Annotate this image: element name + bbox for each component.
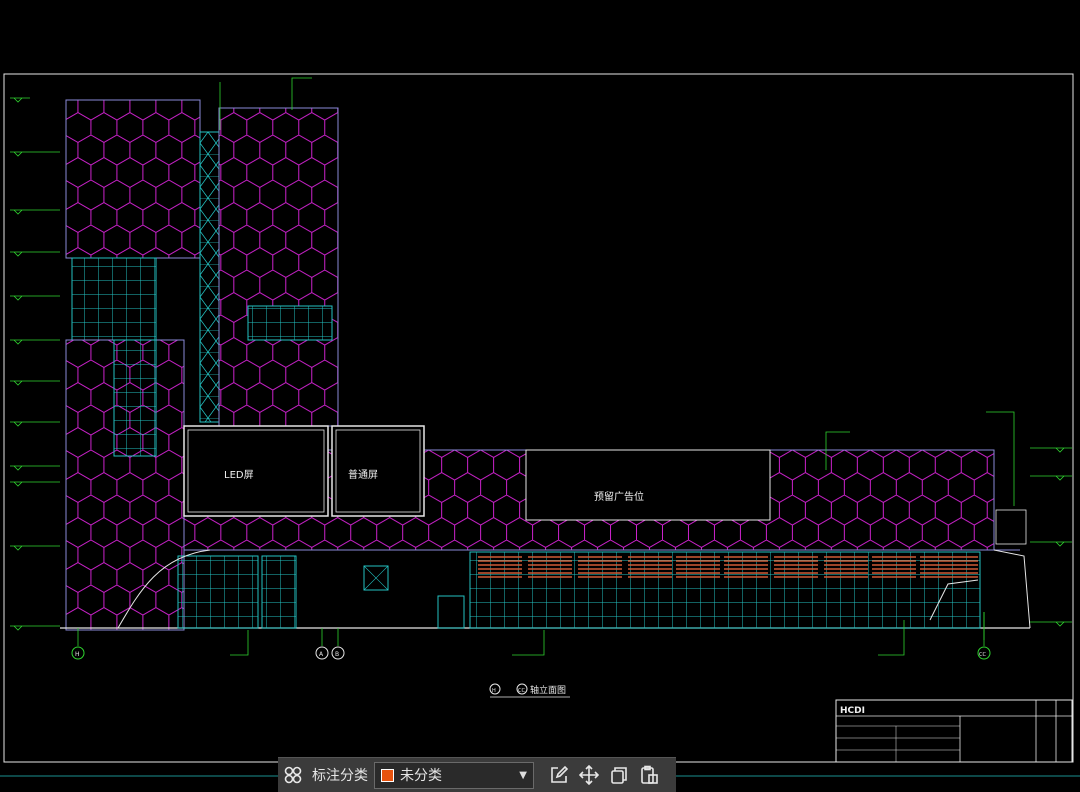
level-marks-right: [1030, 447, 1072, 627]
move-icon[interactable]: [574, 760, 604, 790]
svg-text:H: H: [75, 651, 80, 658]
category-color-swatch: [381, 768, 394, 782]
normal-screen-label: 普通屏: [348, 468, 378, 481]
billboard-panel: [525, 449, 771, 521]
led-screen-panel: [183, 425, 329, 517]
entrance-glazing: [177, 555, 259, 629]
axis-bubble-h: H: [71, 628, 85, 660]
tower-left-curtain-wall: [71, 257, 157, 341]
billboard-label: 预留广告位: [594, 490, 644, 503]
edit-icon[interactable]: [544, 760, 574, 790]
svg-text:H: H: [492, 688, 496, 694]
annotation-category-label: 标注分类: [312, 768, 368, 784]
tower-left-glass-strip: [113, 339, 157, 457]
svg-text:CC: CC: [979, 652, 986, 658]
svg-text:CC: CC: [518, 688, 525, 694]
title-block: HCDI: [835, 699, 1073, 763]
axis-bubble-a: A B: [315, 628, 345, 660]
chevron-down-icon: ▼: [519, 769, 527, 781]
svg-text:A: A: [319, 651, 324, 658]
copy-icon[interactable]: [604, 760, 634, 790]
cad-drawing-canvas[interactable]: LED屏 普通屏 预留广告位 H A B CC H CC 轴立面图 HCDI: [0, 0, 1080, 792]
logo-text: HCDI: [840, 706, 865, 716]
annotation-toolbar: 标注分类 未分类 ▼: [278, 757, 676, 792]
view-title: H CC 轴立面图: [489, 683, 570, 698]
led-screen-label: LED屏: [224, 469, 254, 481]
paste-icon[interactable]: [634, 760, 664, 790]
category-selected-value: 未分类: [400, 768, 442, 784]
grid-icon[interactable]: [278, 760, 308, 790]
tower-right-hex-cladding: [218, 107, 339, 427]
category-dropdown[interactable]: 未分类 ▼: [374, 761, 534, 789]
tower-left-hex-cladding: [65, 99, 201, 259]
svg-text:轴立面图: 轴立面图: [530, 684, 566, 696]
storefront-louvers: [478, 556, 978, 578]
normal-screen-panel: [331, 425, 425, 517]
level-marks-left: [10, 97, 60, 631]
svg-text:B: B: [335, 651, 339, 658]
stair-ladder: [199, 131, 220, 423]
